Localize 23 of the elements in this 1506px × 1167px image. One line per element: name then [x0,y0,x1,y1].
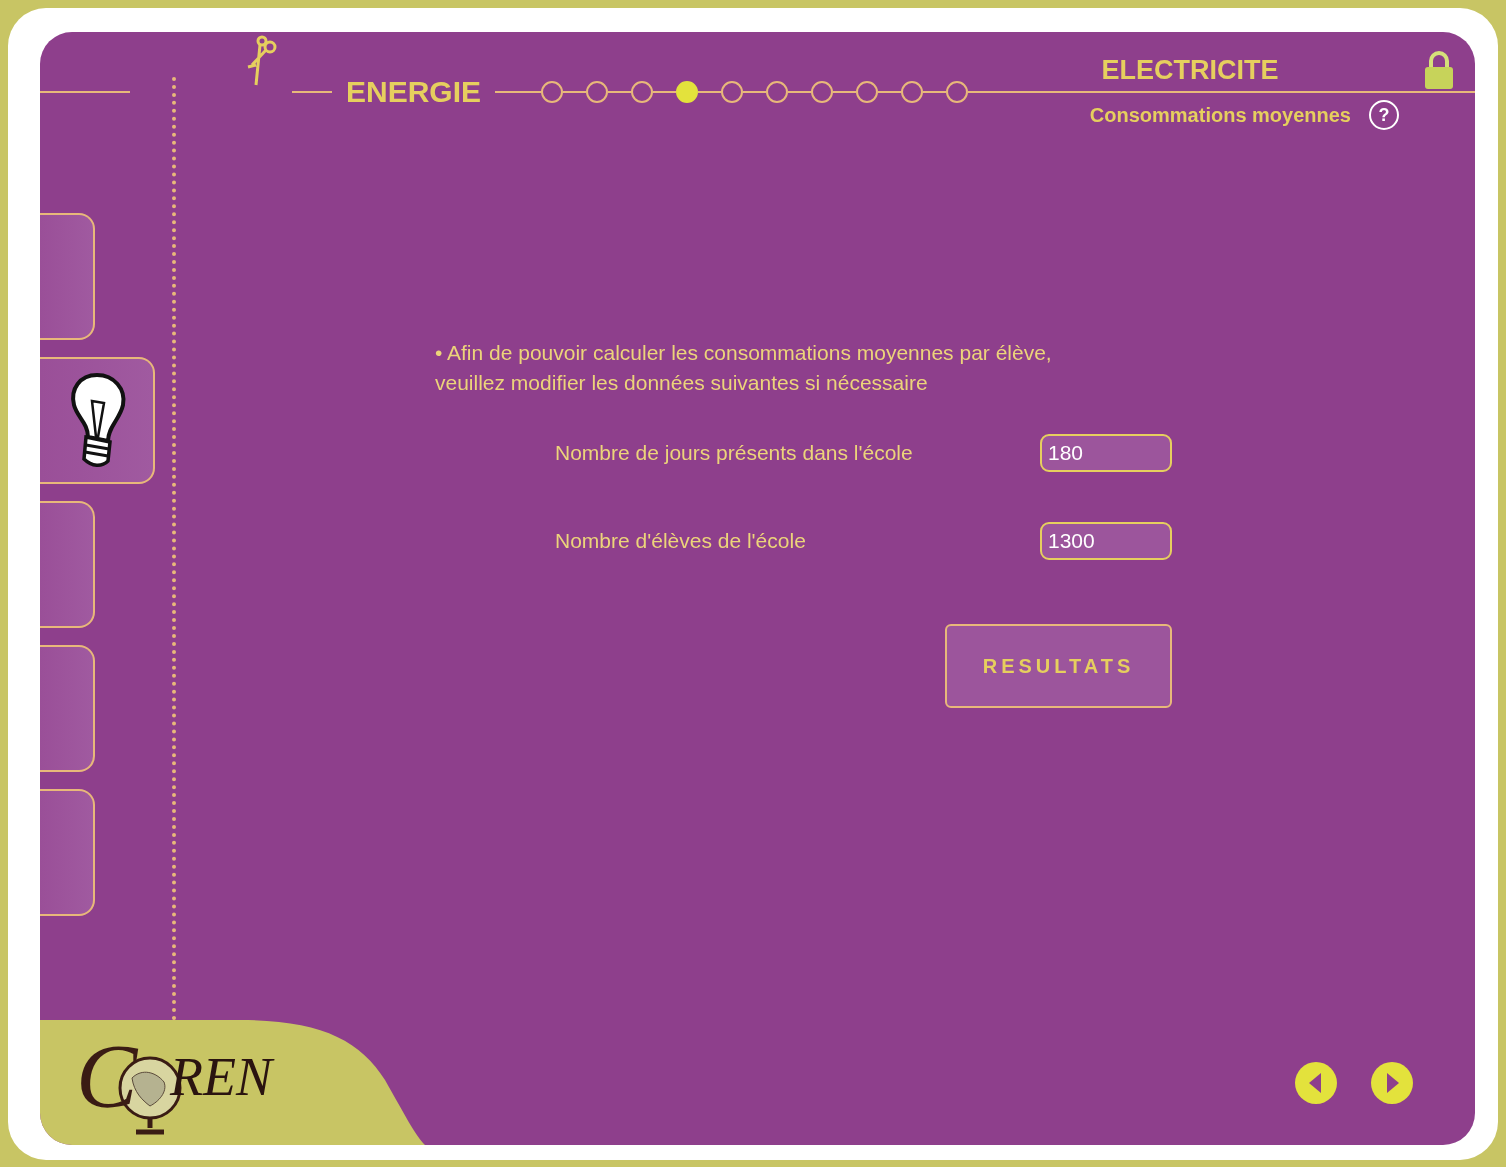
step-dot[interactable] [901,81,924,103]
previous-icon[interactable] [1293,1059,1339,1106]
section-title: ENERGIE [346,75,482,109]
results-button[interactable]: RESULTATS [945,624,1172,708]
step-dot[interactable] [721,81,744,103]
step-dot[interactable] [766,81,789,103]
field-label: Nombre d'élèves de l'école [555,529,807,553]
step-dot[interactable] [811,81,834,103]
field-label: Nombre de jours présents dans l'école [555,441,914,465]
step-dot[interactable] [541,81,564,103]
input-field[interactable]: 180 [1040,434,1172,472]
instructions-text: • Afin de pouvoir calculer les consommations moyennes par élève, veuillez modifier les données suivantes si nécessaire [435,340,1053,396]
help-button[interactable]: ? [1369,100,1399,130]
step-dot[interactable] [946,81,969,103]
step-dot[interactable] [676,81,699,103]
step-dot[interactable] [631,81,654,103]
step-dot[interactable] [856,81,879,103]
input-field[interactable]: 1300 [1040,522,1172,560]
next-icon[interactable] [1369,1059,1415,1106]
module-title: ELECTRICITE [1101,54,1279,86]
lock-icon[interactable] [1423,50,1455,90]
sidebar-tab[interactable] [40,357,155,484]
step-dot[interactable] [586,81,609,103]
